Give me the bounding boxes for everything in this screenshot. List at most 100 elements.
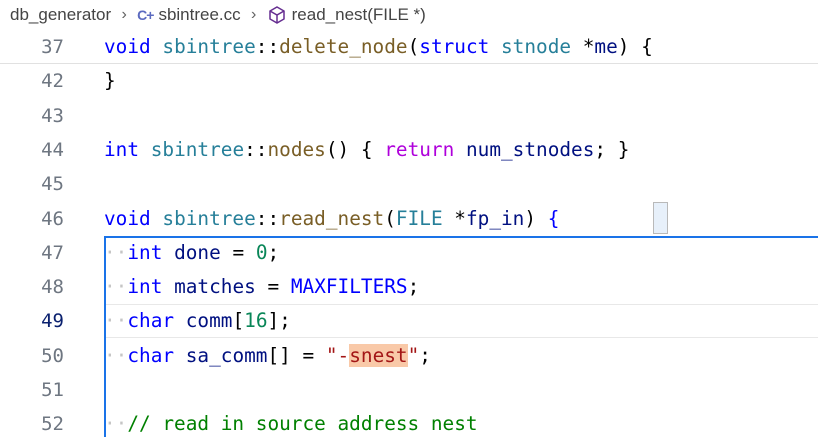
indent-guide-dots: ··	[104, 240, 128, 264]
code-token: ;	[419, 343, 431, 367]
code-token: ];	[267, 309, 291, 333]
code-text: void sbintree::read_nest(FILE *fp_in) {	[104, 202, 559, 236]
code-text: ··int done = 0;	[104, 236, 279, 270]
code-token: ::	[255, 35, 280, 58]
line-number: 50	[41, 344, 64, 367]
code-line[interactable]: 51	[0, 373, 818, 407]
indent-guide-dots: ··	[104, 412, 128, 436]
line-number: 48	[41, 276, 64, 299]
code-token: void	[104, 35, 151, 58]
code-token: *	[442, 206, 466, 230]
method-cube-icon	[267, 5, 287, 25]
indent-guide-dots: ··	[104, 343, 128, 367]
chevron-right-icon: ›	[121, 6, 127, 23]
code-token: char	[127, 343, 175, 367]
code-token: )	[524, 206, 548, 230]
line-number: 44	[41, 138, 64, 161]
code-token: MAXFILTERS	[290, 275, 408, 299]
code-token: "	[407, 343, 420, 367]
code-token: }	[104, 69, 116, 93]
code-text: int sbintree::nodes() { return num_stnod…	[104, 133, 629, 167]
line-number: 51	[41, 379, 64, 401]
code-token: {	[547, 206, 560, 230]
code-token: 16	[244, 309, 268, 333]
code-token: nodes	[267, 137, 326, 161]
code-token: ;	[267, 240, 280, 264]
breadcrumb-file-label: sbintree.cc	[158, 5, 241, 24]
code-text: ··char sa_comm[] = "-snest";	[104, 339, 431, 373]
line-number: 52	[41, 413, 64, 436]
code-line[interactable]: 50 ··char sa_comm[] = "-snest";	[0, 339, 818, 373]
code-token: sbintree	[162, 35, 256, 58]
code-text: void sbintree::delete_node(struct stnode…	[104, 30, 653, 64]
code-token: int	[127, 240, 163, 264]
code-line[interactable]: 47 ··int done = 0;	[0, 236, 818, 270]
indent-guide-dots: ··	[104, 275, 128, 299]
code-text: }	[104, 64, 116, 98]
code-text: ··// read in source address nest	[104, 407, 478, 437]
code-editor[interactable]: 37 void sbintree::delete_node(struct stno…	[0, 30, 818, 437]
code-token: ::	[255, 206, 280, 230]
line-number: 37	[41, 36, 64, 58]
code-token: 0	[255, 240, 268, 264]
cpp-file-icon: C+	[137, 7, 154, 23]
breadcrumb-symbol[interactable]: read_nest(FILE *)	[267, 5, 426, 25]
code-token: void	[104, 206, 151, 230]
code-line[interactable]: 52 ··// read in source address nest	[0, 407, 818, 437]
code-token: matches	[174, 275, 256, 299]
code-token: (	[384, 206, 396, 230]
code-token: struct	[419, 35, 490, 58]
line-number: 43	[41, 104, 64, 127]
code-token: sbintree	[162, 206, 256, 230]
code-token: [	[232, 309, 245, 333]
line-number: 45	[41, 173, 64, 196]
code-token: num_stnodes	[465, 137, 595, 161]
code-token: ;	[407, 275, 420, 299]
code-token: (	[407, 35, 420, 58]
code-token: // read in source address nest	[127, 412, 478, 436]
code-token: fp_in	[465, 206, 525, 230]
code-line[interactable]: 42}	[0, 64, 818, 98]
line-number: 49	[41, 310, 64, 333]
code-token: sa_comm	[185, 343, 268, 367]
code-token: "-	[325, 343, 350, 367]
indent-guide-dots: ··	[104, 309, 128, 333]
breadcrumb-symbol-label: read_nest(FILE *)	[291, 5, 426, 24]
code-line[interactable]: 37 void sbintree::delete_node(struct stno…	[0, 30, 818, 64]
code-line[interactable]: 44 int sbintree::nodes() { return num_stn…	[0, 133, 818, 167]
code-token: ) {	[617, 35, 653, 58]
code-line[interactable]: 43	[0, 99, 818, 133]
line-number: 46	[41, 207, 64, 230]
breadcrumb-file[interactable]: C+ sbintree.cc	[137, 5, 241, 25]
code-token: sbintree	[150, 137, 245, 161]
code-line[interactable]: 46 void sbintree::read_nest(FILE *fp_in) …	[0, 202, 818, 236]
code-token: [] =	[267, 343, 326, 367]
code-line[interactable]: 45	[0, 167, 818, 201]
code-token: ::	[244, 137, 268, 161]
code-line[interactable]: 49 ··char comm[16];	[0, 304, 818, 338]
chevron-right-icon: ›	[250, 6, 257, 23]
code-token: =	[220, 240, 256, 264]
breadcrumb: db_generator › C+ sbintree.cc › read_nes…	[0, 0, 818, 30]
code-token: *	[571, 35, 595, 58]
breadcrumb-folder[interactable]: db_generator	[10, 5, 111, 25]
code-text: ··int matches = MAXFILTERS;	[104, 270, 419, 304]
code-line[interactable]: 48 ··int matches = MAXFILTERS;	[0, 270, 818, 304]
code-token: snest	[349, 343, 408, 367]
code-text: ··char comm[16];	[104, 304, 291, 338]
line-number: 47	[41, 241, 64, 264]
line-number: 42	[41, 70, 64, 93]
code-token: done	[174, 240, 221, 264]
code-token: ; }	[594, 137, 630, 161]
code-token: int	[127, 275, 163, 299]
code-token: return	[384, 137, 455, 161]
